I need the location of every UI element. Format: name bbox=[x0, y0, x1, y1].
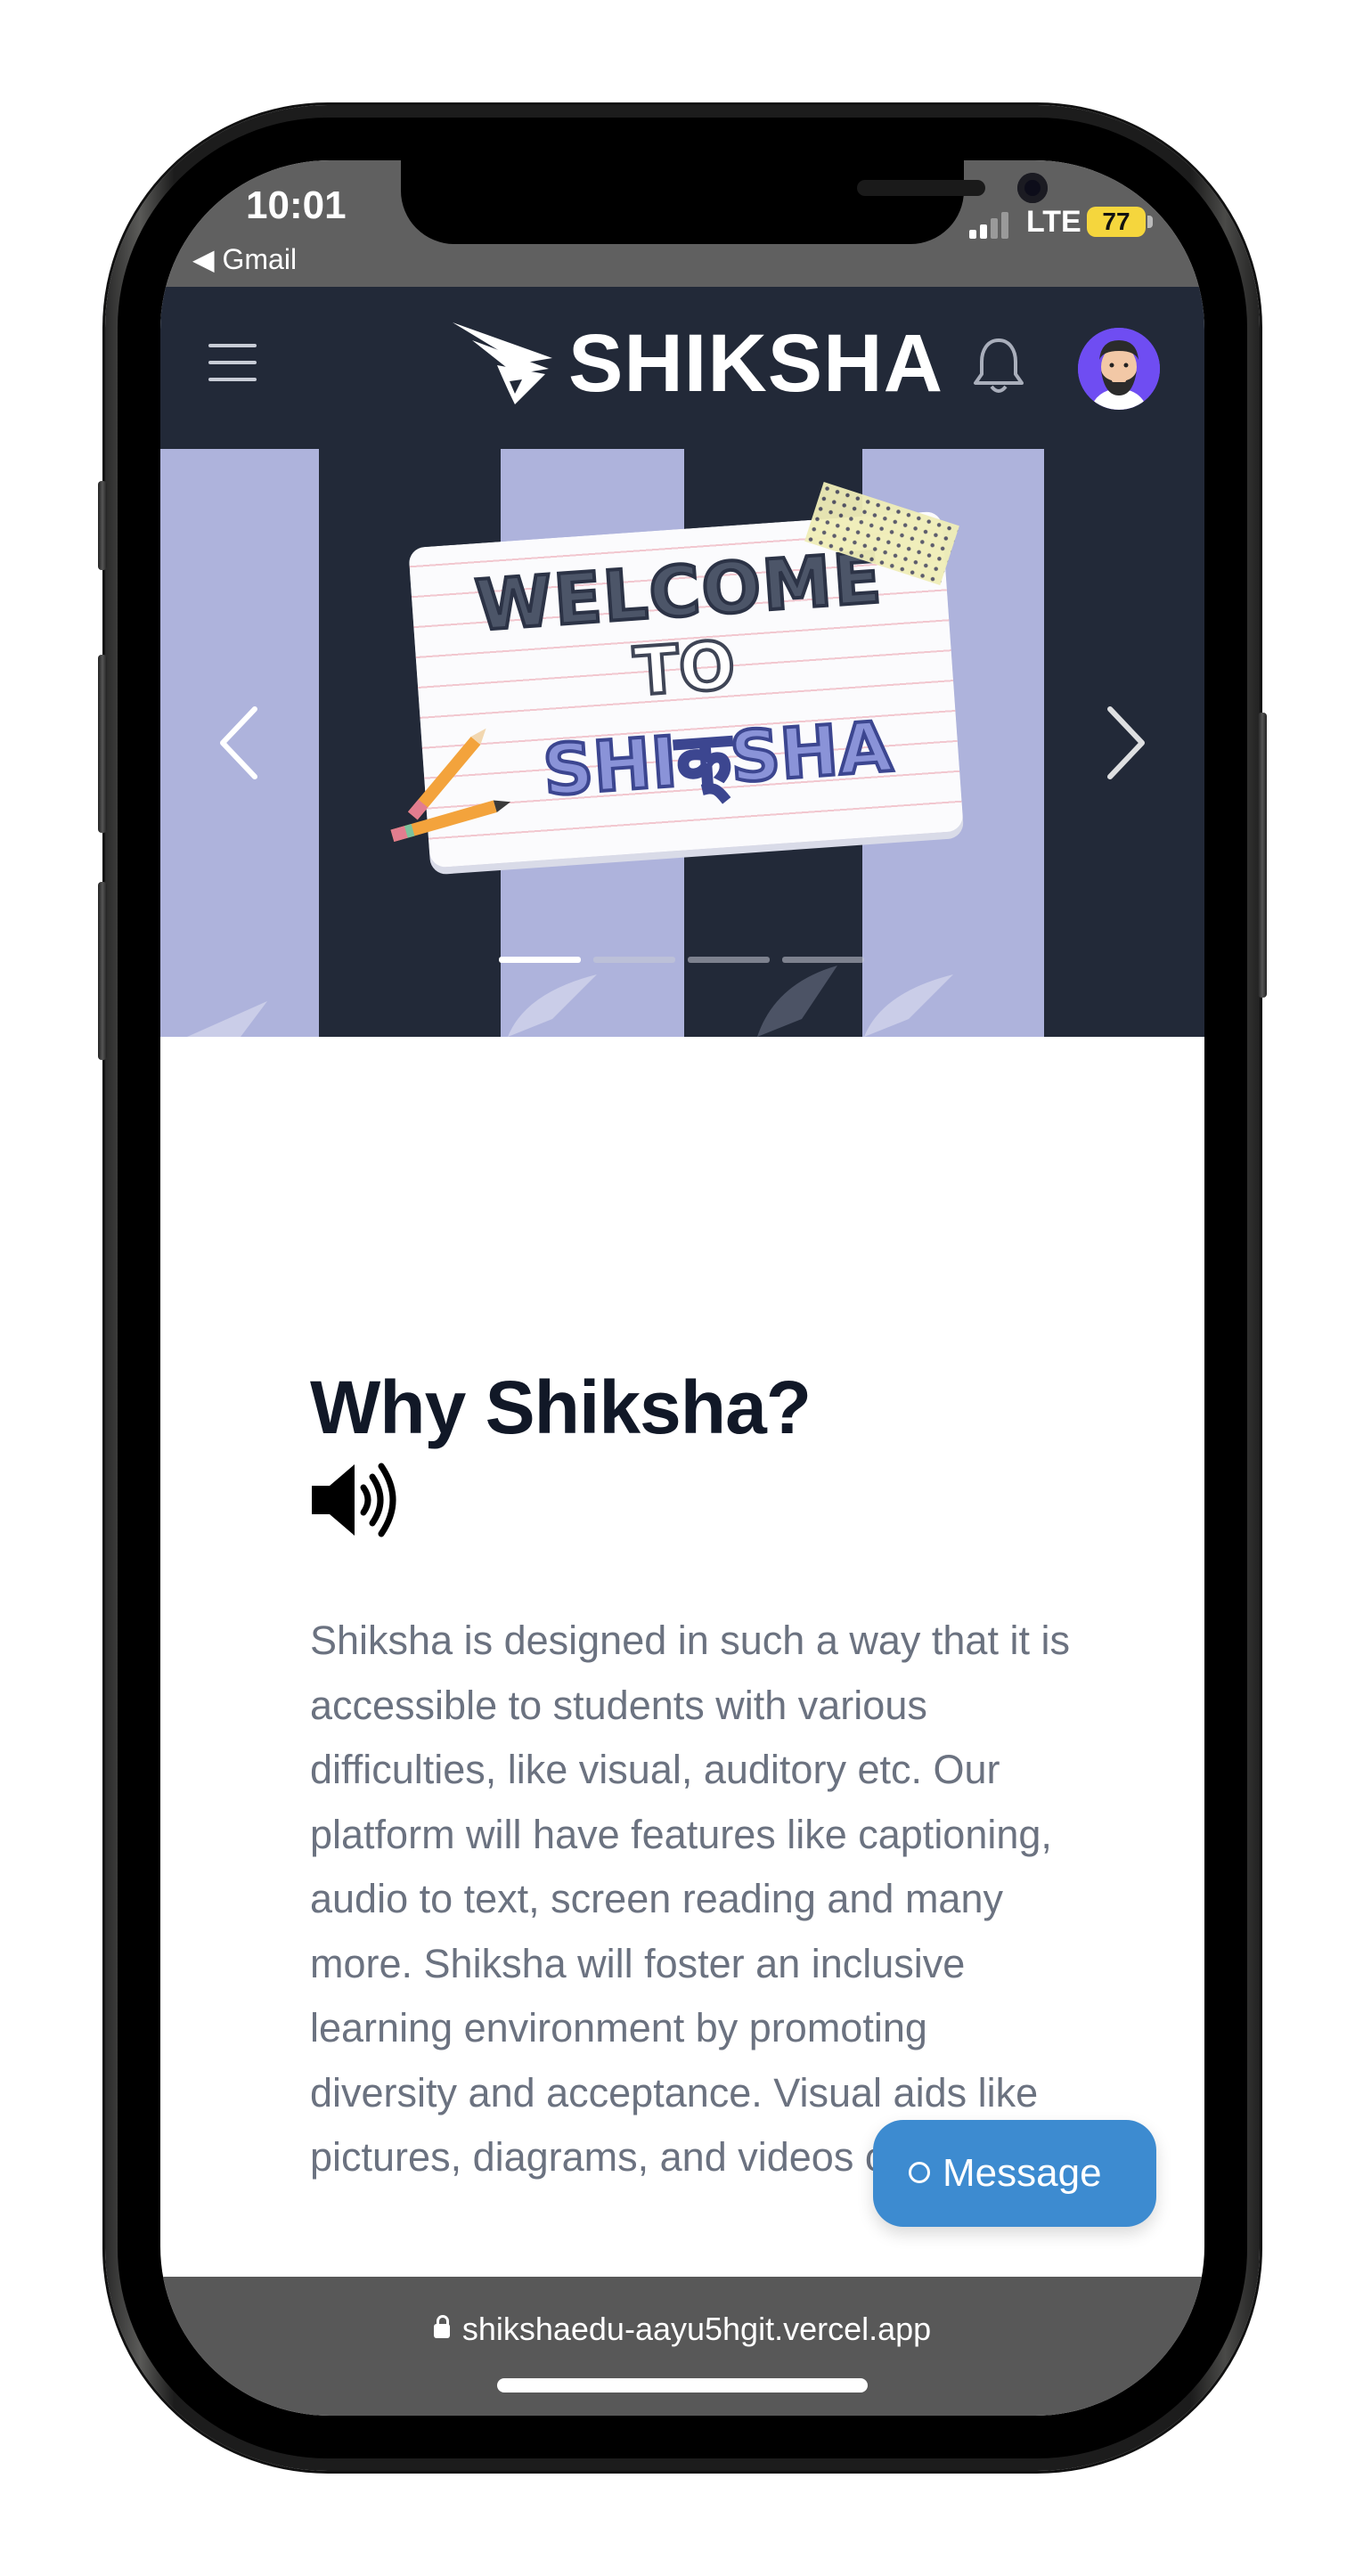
pencils-icon bbox=[390, 728, 511, 843]
chat-status-icon bbox=[909, 2162, 930, 2184]
signal-icon bbox=[969, 212, 1008, 239]
url-text: shikshaedu-aayu5hgit.vercel.app bbox=[461, 2311, 932, 2347]
power-button bbox=[1258, 713, 1267, 998]
carousel-indicators bbox=[499, 957, 866, 964]
battery-icon: 77 bbox=[1087, 207, 1146, 237]
wing-decoration bbox=[187, 1001, 267, 1037]
volume-up-button bbox=[98, 655, 107, 833]
menu-icon[interactable] bbox=[208, 344, 257, 383]
browser-url-bar[interactable]: shikshaedu-aayu5hgit.vercel.app bbox=[160, 2277, 1204, 2416]
phone-screen: 10:01 ◀ Gmail LTE 77 SHIKSHA WELCOME TO … bbox=[160, 160, 1204, 2416]
home-indicator[interactable] bbox=[497, 2378, 868, 2393]
carousel-indicator-3[interactable] bbox=[688, 957, 770, 963]
avatar[interactable] bbox=[1078, 328, 1160, 410]
lock-icon bbox=[433, 2315, 450, 2338]
chevron-left-icon[interactable] bbox=[214, 704, 264, 782]
section-description: Shiksha is designed in such a way that i… bbox=[310, 1618, 1070, 2180]
network-label: LTE bbox=[1026, 205, 1081, 239]
logo-text[interactable]: SHIKSHA bbox=[568, 319, 943, 408]
url-display[interactable]: shikshaedu-aayu5hgit.vercel.app bbox=[160, 2311, 1204, 2348]
hero-carousel[interactable]: WELCOME TO SHIक्SHA bbox=[160, 449, 1204, 1037]
bell-icon[interactable] bbox=[971, 335, 1026, 397]
logo-wing-icon bbox=[453, 322, 552, 404]
status-time: 10:01 bbox=[246, 183, 347, 227]
carousel-indicator-2[interactable] bbox=[593, 957, 675, 963]
front-camera bbox=[1017, 173, 1048, 203]
earpiece bbox=[857, 180, 985, 196]
app-header: SHIKSHA bbox=[160, 287, 1204, 449]
back-to-app-link[interactable]: ◀ Gmail bbox=[192, 242, 297, 276]
wing-decoration bbox=[864, 974, 953, 1037]
silent-switch bbox=[98, 481, 107, 570]
carousel-indicator-1[interactable] bbox=[499, 957, 581, 963]
avatar-illustration bbox=[1078, 328, 1160, 410]
notch bbox=[401, 160, 1048, 244]
message-button-label: Message bbox=[943, 2151, 1102, 2195]
speaker-icon[interactable] bbox=[310, 1461, 399, 1539]
carousel-indicator-4[interactable] bbox=[782, 957, 864, 963]
status-bar: 10:01 ◀ Gmail LTE 77 bbox=[160, 160, 1204, 287]
battery-nub bbox=[1147, 216, 1153, 228]
wing-decoration bbox=[508, 974, 597, 1037]
section-title: Why Shiksha? bbox=[310, 1365, 812, 1449]
volume-down-button bbox=[98, 882, 107, 1060]
chevron-right-icon[interactable] bbox=[1101, 704, 1151, 782]
wing-decoration bbox=[757, 966, 837, 1037]
message-button[interactable]: Message bbox=[873, 2120, 1156, 2227]
